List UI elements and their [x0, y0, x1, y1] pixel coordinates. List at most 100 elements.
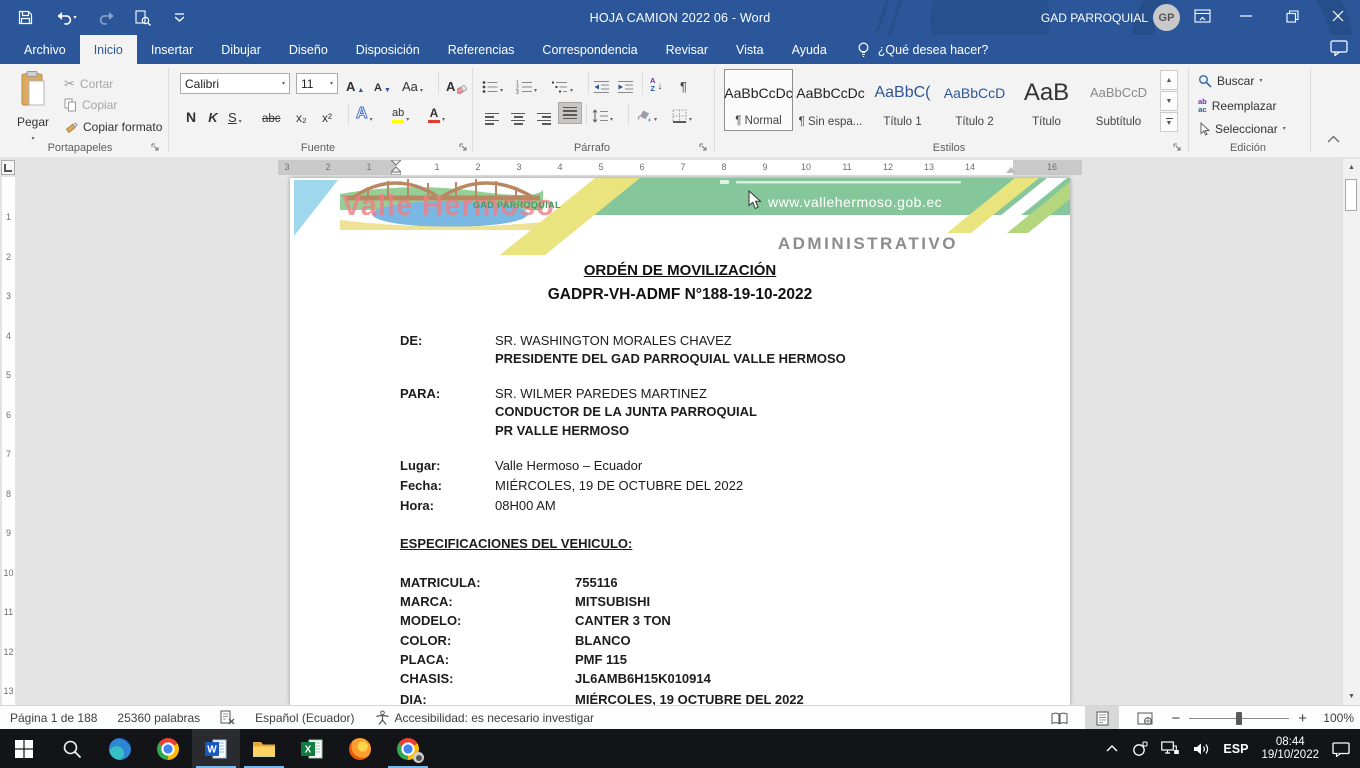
tab-inicio[interactable]: Inicio: [80, 35, 137, 64]
strikethrough-button[interactable]: abc: [262, 104, 281, 125]
multilevel-list-button[interactable]: ▾: [552, 73, 573, 94]
bullets-button[interactable]: ▾: [482, 73, 503, 94]
print-layout-button[interactable]: [1085, 706, 1119, 730]
shrink-font-button[interactable]: A▼: [374, 73, 391, 94]
spec-label[interactable]: MARCA:: [400, 594, 453, 609]
taskbar-chrome[interactable]: [144, 729, 192, 768]
from-name[interactable]: SR. WASHINGTON MORALES CHAVEZ: [495, 333, 732, 348]
bold-button[interactable]: N: [182, 104, 200, 125]
format-painter-button[interactable]: Copiar formato: [64, 120, 162, 134]
tab-stop-selector[interactable]: [1, 160, 15, 175]
accessibility-status[interactable]: Accesibilidad: es necesario investigar: [365, 706, 604, 729]
account-name[interactable]: GAD PARROQUIAL: [1041, 0, 1148, 35]
to-name[interactable]: SR. WILMER PAREDES MARTINEZ: [495, 386, 707, 401]
cut-button[interactable]: ✂ Cortar: [64, 76, 113, 92]
read-mode-button[interactable]: [1042, 706, 1076, 730]
tab-dibujar[interactable]: Dibujar: [207, 35, 275, 64]
vertical-scrollbar[interactable]: ▲ ▼: [1342, 159, 1360, 705]
collapse-ribbon-button[interactable]: [1326, 134, 1341, 144]
taskbar-clock[interactable]: 08:44 19/10/2022: [1261, 736, 1319, 762]
hour-label[interactable]: Hora:: [400, 498, 434, 513]
spec-label[interactable]: COLOR:: [400, 633, 451, 648]
text-effects-button[interactable]: A▾: [356, 102, 373, 123]
to-role-2[interactable]: PR VALLE HERMOSO: [495, 423, 629, 438]
tab-disposicion[interactable]: Disposición: [342, 35, 434, 64]
highlight-color-button[interactable]: ab▾: [392, 102, 409, 123]
styles-scroll-up-button[interactable]: ▲: [1160, 70, 1178, 90]
taskbar-firefox[interactable]: [336, 729, 384, 768]
word-count[interactable]: 25360 palabras: [107, 706, 210, 729]
scrollbar-thumb[interactable]: [1345, 179, 1357, 211]
decrease-indent-button[interactable]: [594, 73, 609, 94]
horizontal-ruler[interactable]: 321 1234567891011121314 1617: [278, 160, 1082, 175]
feedback-comment-icon[interactable]: [1330, 40, 1348, 56]
styles-dialog-launcher[interactable]: [1172, 142, 1182, 152]
taskbar-search-button[interactable]: [48, 729, 96, 768]
zoom-in-button[interactable]: +: [1298, 710, 1307, 727]
show-paragraph-marks-button[interactable]: ¶: [680, 73, 687, 94]
zoom-out-button[interactable]: −: [1171, 710, 1180, 727]
spec-value[interactable]: MIÉRCOLES, 19 OCTUBRE DEL 2022: [575, 692, 804, 705]
tray-show-hidden-icons[interactable]: [1105, 744, 1119, 753]
tab-ayuda[interactable]: Ayuda: [778, 35, 841, 64]
clear-formatting-button[interactable]: A: [446, 73, 467, 94]
tab-vista[interactable]: Vista: [722, 35, 778, 64]
select-button[interactable]: Seleccionar▾: [1198, 122, 1286, 136]
date-value[interactable]: MIÉRCOLES, 19 DE OCTUBRE DEL 2022: [495, 478, 743, 493]
print-preview-icon[interactable]: [132, 6, 154, 30]
superscript-button[interactable]: x²: [322, 104, 332, 125]
numbering-button[interactable]: 123▾: [516, 73, 537, 94]
speaker-icon[interactable]: [1193, 742, 1210, 756]
right-indent-marker[interactable]: [1006, 167, 1016, 173]
tab-correspondencia[interactable]: Correspondencia: [528, 35, 651, 64]
sort-button[interactable]: AZ↓: [650, 71, 662, 92]
minimize-button[interactable]: [1224, 0, 1268, 32]
spec-label[interactable]: CHASIS:: [400, 671, 453, 686]
network-icon[interactable]: [1161, 741, 1180, 756]
input-language[interactable]: ESP: [1223, 742, 1248, 756]
page-count[interactable]: Página 1 de 188: [0, 706, 107, 729]
tab-insertar[interactable]: Insertar: [137, 35, 207, 64]
spec-label[interactable]: DIA:: [400, 692, 427, 705]
subscript-button[interactable]: x₂: [296, 104, 307, 125]
date-label[interactable]: Fecha:: [400, 478, 442, 493]
tray-app-icon[interactable]: [1132, 741, 1148, 757]
style-heading2[interactable]: AaBbCcD Título 2: [940, 69, 1009, 131]
proofing-status[interactable]: [210, 706, 245, 729]
spec-label[interactable]: MATRICULA:: [400, 575, 481, 590]
specs-title[interactable]: ESPECIFICACIONES DEL VEHICULO:: [400, 536, 632, 551]
italic-button[interactable]: K: [206, 104, 220, 125]
style-no-spacing[interactable]: AaBbCcDc ¶ Sin espa...: [796, 69, 865, 131]
spec-value[interactable]: 755116: [575, 575, 618, 590]
ribbon-display-options-button[interactable]: [1180, 0, 1224, 32]
taskbar-excel[interactable]: X: [288, 729, 336, 768]
scroll-up-button[interactable]: ▲: [1343, 159, 1360, 176]
language-status[interactable]: Español (Ecuador): [245, 706, 364, 729]
find-button[interactable]: Buscar▾: [1198, 74, 1262, 88]
tell-me-search[interactable]: ¿Qué desea hacer?: [841, 35, 989, 64]
action-center-icon[interactable]: [1332, 741, 1350, 757]
from-role[interactable]: PRESIDENTE DEL GAD PARROQUIAL VALLE HERM…: [495, 351, 846, 366]
taskbar-chrome-profile[interactable]: [384, 729, 432, 768]
change-case-button[interactable]: Aa▾: [402, 73, 423, 94]
tab-referencias[interactable]: Referencias: [434, 35, 529, 64]
zoom-level[interactable]: 100%: [1316, 711, 1354, 725]
spec-label[interactable]: MODELO:: [400, 613, 461, 628]
borders-button[interactable]: ▾: [672, 102, 692, 123]
to-role-1[interactable]: CONDUCTOR DE LA JUNTA PARROQUIAL: [495, 404, 757, 419]
doc-title[interactable]: ORDÉN DE MOVILIZACIÓN: [290, 262, 1070, 279]
font-color-button[interactable]: A▾: [428, 102, 445, 123]
document-page[interactable]: www.vallehermoso.gob.ec Valle Hermoso GA…: [290, 178, 1070, 705]
spec-value[interactable]: CANTER 3 TON: [575, 613, 671, 628]
scroll-down-button[interactable]: ▼: [1343, 688, 1360, 705]
align-right-button[interactable]: [534, 104, 554, 125]
close-button[interactable]: [1316, 0, 1360, 32]
copy-button[interactable]: Copiar: [64, 98, 117, 112]
zoom-slider[interactable]: [1189, 718, 1289, 719]
styles-more-button[interactable]: ▼: [1160, 112, 1178, 132]
vertical-ruler[interactable]: 12345678910111213: [2, 177, 15, 705]
tab-diseno[interactable]: Diseño: [275, 35, 342, 64]
spec-label[interactable]: PLACA:: [400, 652, 449, 667]
align-left-button[interactable]: [482, 104, 502, 125]
spec-value[interactable]: JL6AMB6H15K010914: [575, 671, 711, 686]
